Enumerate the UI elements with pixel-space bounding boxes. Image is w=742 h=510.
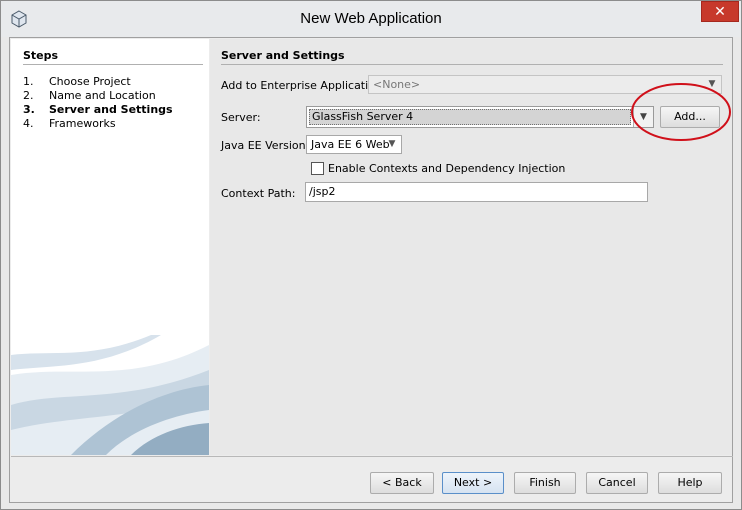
- close-button[interactable]: ✕: [701, 1, 739, 22]
- enterprise-app-label: Add to Enterprise Application:: [221, 79, 386, 92]
- server-label: Server:: [221, 111, 261, 124]
- server-value: GlassFish Server 4: [309, 109, 631, 125]
- step-label: Server and Settings: [49, 103, 173, 116]
- step-item-frameworks: 4. Frameworks: [23, 117, 173, 131]
- decorative-swoosh: [11, 335, 209, 455]
- javaee-version-value: Java EE 6 Web: [311, 138, 390, 151]
- chevron-down-icon: ▼: [388, 139, 396, 149]
- title-bar: New Web Application ✕: [1, 1, 741, 37]
- step-label: Choose Project: [49, 75, 131, 88]
- cdi-label: Enable Contexts and Dependency Injection: [328, 162, 566, 175]
- step-label: Name and Location: [49, 89, 156, 102]
- steps-divider: [23, 64, 203, 65]
- finish-button[interactable]: Finish: [514, 472, 576, 494]
- context-path-input[interactable]: /jsp2: [305, 182, 648, 202]
- step-label: Frameworks: [49, 117, 116, 130]
- javaee-version-select[interactable]: Java EE 6 Web ▼: [306, 135, 402, 154]
- back-button[interactable]: < Back: [370, 472, 434, 494]
- step-number: 3.: [23, 103, 35, 116]
- server-select[interactable]: GlassFish Server 4 ▼: [306, 106, 654, 128]
- panel-divider: [221, 64, 723, 65]
- step-item-name-location: 2. Name and Location: [23, 89, 173, 103]
- help-button[interactable]: Help: [658, 472, 722, 494]
- next-button[interactable]: Next >: [442, 472, 504, 494]
- cancel-button[interactable]: Cancel: [586, 472, 648, 494]
- enterprise-app-select[interactable]: <None> ▼: [368, 75, 722, 94]
- window-title: New Web Application: [300, 10, 442, 27]
- step-number: 2.: [23, 89, 34, 102]
- step-item-choose-project: 1. Choose Project: [23, 75, 173, 89]
- server-settings-panel: Server and Settings Add to Enterprise Ap…: [210, 39, 732, 455]
- steps-panel: Steps 1. Choose Project 2. Name and Loca…: [11, 39, 209, 455]
- step-item-server-settings: 3. Server and Settings: [23, 103, 173, 117]
- dialog-body: Steps 1. Choose Project 2. Name and Loca…: [9, 37, 733, 503]
- footer-divider: [11, 456, 733, 457]
- step-number: 4.: [23, 117, 34, 130]
- cdi-checkbox[interactable]: [311, 162, 324, 175]
- chevron-down-icon[interactable]: ▼: [633, 107, 653, 127]
- enterprise-app-value: <None>: [373, 78, 421, 91]
- steps-list: 1. Choose Project 2. Name and Location 3…: [23, 75, 173, 131]
- step-number: 1.: [23, 75, 34, 88]
- chevron-down-icon: ▼: [708, 79, 716, 89]
- steps-heading: Steps: [23, 49, 59, 62]
- new-web-application-dialog: New Web Application ✕ Steps 1. Choose Pr…: [0, 0, 742, 510]
- javaee-version-label: Java EE Version:: [221, 139, 310, 152]
- panel-title: Server and Settings: [221, 49, 345, 62]
- context-path-label: Context Path:: [221, 187, 296, 200]
- add-server-button[interactable]: Add...: [660, 106, 720, 128]
